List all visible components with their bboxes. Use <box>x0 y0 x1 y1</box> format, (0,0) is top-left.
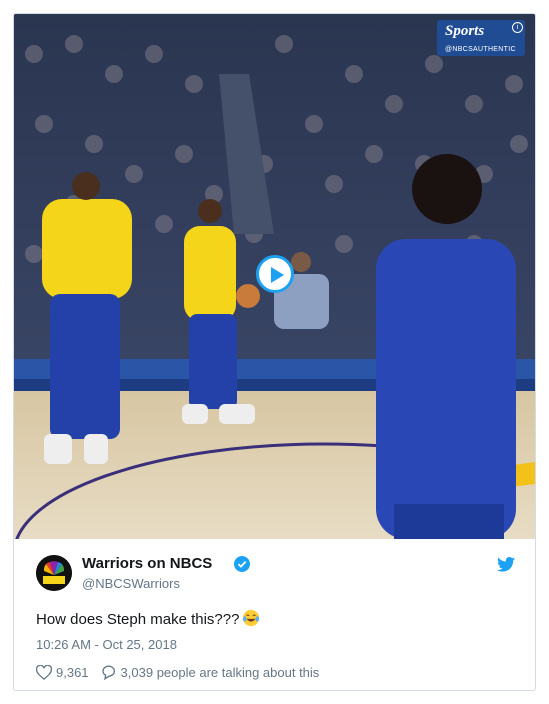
watermark-title: Sports <box>445 23 485 39</box>
info-icon[interactable]: i <box>512 22 523 33</box>
twitter-bird-icon[interactable] <box>497 557 515 572</box>
author-handle[interactable]: @NBCSWarriors <box>82 576 180 591</box>
nbc-sports-watermark: Sports @NBCSAUTHENTIC i <box>437 20 525 56</box>
tweet-text-content: How does Steph make this??? <box>36 611 240 628</box>
like-action[interactable]: 9,361 <box>36 665 89 680</box>
tears-of-joy-emoji-icon <box>243 609 260 627</box>
tweet-text: How does Steph make this??? <box>36 609 260 628</box>
author-name[interactable]: Warriors on NBCS <box>82 555 212 572</box>
tweet-embed-card: Sports @NBCSAUTHENTIC i Warriors on NBCS <box>13 13 536 691</box>
tweet-actions: 9,361 3,039 people are talking about thi… <box>36 665 319 680</box>
verified-badge-icon <box>234 556 250 572</box>
avatar[interactable] <box>36 555 72 591</box>
play-button[interactable] <box>256 255 294 293</box>
conversation-action[interactable]: 3,039 people are talking about this <box>101 665 320 680</box>
tweet-body: Warriors on NBCS @NBCSWarriors How does … <box>14 539 535 690</box>
play-icon <box>271 267 284 283</box>
talking-count: 3,039 people are talking about this <box>120 665 320 680</box>
watermark-handle: @NBCSAUTHENTIC <box>445 46 516 53</box>
speech-bubble-icon <box>101 665 115 680</box>
tweet-timestamp[interactable]: 10:26 AM - Oct 25, 2018 <box>36 637 177 652</box>
like-count: 9,361 <box>56 665 89 680</box>
video-player[interactable]: Sports @NBCSAUTHENTIC i <box>14 14 535 539</box>
heart-icon <box>36 665 52 680</box>
nbc-logo-icon <box>36 555 72 591</box>
